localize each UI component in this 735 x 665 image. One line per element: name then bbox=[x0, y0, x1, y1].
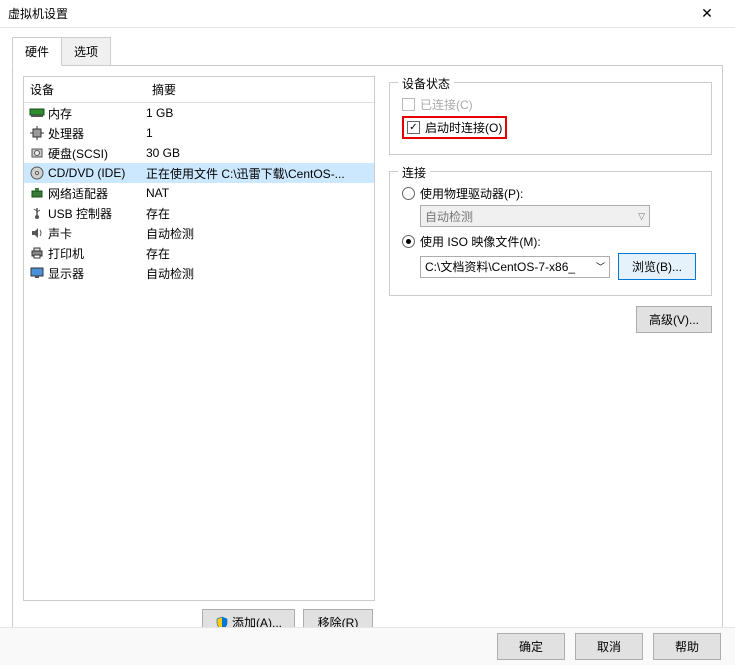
window-title: 虚拟机设置 bbox=[8, 5, 687, 22]
device-summary: 自动检测 bbox=[146, 225, 374, 242]
device-row-usb[interactable]: USB 控制器存在 bbox=[24, 203, 374, 223]
device-summary: 自动检测 bbox=[146, 265, 374, 282]
use-iso-radio[interactable] bbox=[402, 235, 415, 248]
device-row-display[interactable]: 显示器自动检测 bbox=[24, 263, 374, 283]
sound-icon bbox=[29, 225, 45, 241]
device-row-cd[interactable]: CD/DVD (IDE)正在使用文件 C:\迅雷下载\CentOS-... bbox=[24, 163, 374, 183]
device-row-sound[interactable]: 声卡自动检测 bbox=[24, 223, 374, 243]
device-name: 网络适配器 bbox=[48, 185, 146, 202]
use-physical-radio[interactable] bbox=[402, 187, 415, 200]
advanced-button[interactable]: 高级(V)... bbox=[636, 306, 712, 333]
device-name: 硬盘(SCSI) bbox=[48, 145, 146, 162]
connect-on-start-checkbox[interactable]: ✓ bbox=[407, 121, 420, 134]
device-name: 显示器 bbox=[48, 265, 146, 282]
device-name: 声卡 bbox=[48, 225, 146, 242]
chevron-down-icon: ▽ bbox=[638, 211, 645, 222]
connected-checkbox bbox=[402, 98, 415, 111]
dialog-footer: 确定 取消 帮助 bbox=[0, 627, 735, 665]
iso-path-combo[interactable]: C:\文档资料\CentOS-7-x86_ ﹀ bbox=[420, 256, 610, 278]
connect-on-start-label: 启动时连接(O) bbox=[425, 119, 502, 136]
net-icon bbox=[29, 185, 45, 201]
col-device[interactable]: 设备 bbox=[24, 77, 146, 102]
close-icon[interactable]: ✕ bbox=[687, 5, 727, 22]
hdd-icon bbox=[29, 145, 45, 161]
highlight-box: ✓ 启动时连接(O) bbox=[402, 116, 507, 139]
connected-label: 已连接(C) bbox=[420, 96, 473, 113]
device-summary: 30 GB bbox=[146, 146, 374, 160]
list-header: 设备 摘要 bbox=[24, 77, 374, 103]
device-summary: 1 GB bbox=[146, 106, 374, 120]
device-summary: 存在 bbox=[146, 205, 374, 222]
device-name: CD/DVD (IDE) bbox=[48, 166, 146, 180]
ok-button[interactable]: 确定 bbox=[497, 633, 565, 660]
device-row-cpu[interactable]: 处理器1 bbox=[24, 123, 374, 143]
connection-title: 连接 bbox=[398, 164, 430, 181]
device-name: 内存 bbox=[48, 105, 146, 122]
connection-group: 连接 使用物理驱动器(P): 自动检测 ▽ 使用 ISO 映像文件(M): bbox=[389, 171, 712, 296]
device-summary: 1 bbox=[146, 126, 374, 140]
browse-button[interactable]: 浏览(B)... bbox=[618, 253, 696, 280]
physical-drive-combo: 自动检测 ▽ bbox=[420, 205, 650, 227]
help-button[interactable]: 帮助 bbox=[653, 633, 721, 660]
device-name: 处理器 bbox=[48, 125, 146, 142]
use-iso-label: 使用 ISO 映像文件(M): bbox=[420, 233, 541, 250]
memory-icon bbox=[29, 105, 45, 121]
physical-drive-value: 自动检测 bbox=[425, 208, 473, 225]
device-summary: NAT bbox=[146, 186, 374, 200]
device-row-hdd[interactable]: 硬盘(SCSI)30 GB bbox=[24, 143, 374, 163]
title-bar: 虚拟机设置 ✕ bbox=[0, 0, 735, 28]
tab-strip: 硬件 选项 bbox=[12, 36, 723, 65]
display-icon bbox=[29, 265, 45, 281]
tab-hardware[interactable]: 硬件 bbox=[12, 37, 62, 66]
cancel-button[interactable]: 取消 bbox=[575, 633, 643, 660]
device-row-printer[interactable]: 打印机存在 bbox=[24, 243, 374, 263]
device-name: USB 控制器 bbox=[48, 205, 146, 222]
device-row-net[interactable]: 网络适配器NAT bbox=[24, 183, 374, 203]
tab-panel: 设备 摘要 内存1 GB处理器1硬盘(SCSI)30 GBCD/DVD (IDE… bbox=[12, 65, 723, 647]
device-summary: 存在 bbox=[146, 245, 374, 262]
device-status-group: 设备状态 已连接(C) ✓ 启动时连接(O) bbox=[389, 82, 712, 155]
col-summary[interactable]: 摘要 bbox=[146, 77, 374, 102]
chevron-down-icon: ﹀ bbox=[596, 260, 605, 273]
iso-path-value: C:\文档资料\CentOS-7-x86_ bbox=[425, 258, 575, 275]
usb-icon bbox=[29, 205, 45, 221]
cpu-icon bbox=[29, 125, 45, 141]
device-summary: 正在使用文件 C:\迅雷下载\CentOS-... bbox=[146, 165, 374, 182]
tab-options[interactable]: 选项 bbox=[62, 37, 111, 66]
use-physical-label: 使用物理驱动器(P): bbox=[420, 185, 523, 202]
device-list: 设备 摘要 内存1 GB处理器1硬盘(SCSI)30 GBCD/DVD (IDE… bbox=[23, 76, 375, 601]
cd-icon bbox=[29, 165, 45, 181]
printer-icon bbox=[29, 245, 45, 261]
device-row-memory[interactable]: 内存1 GB bbox=[24, 103, 374, 123]
device-name: 打印机 bbox=[48, 245, 146, 262]
device-status-title: 设备状态 bbox=[398, 75, 454, 92]
